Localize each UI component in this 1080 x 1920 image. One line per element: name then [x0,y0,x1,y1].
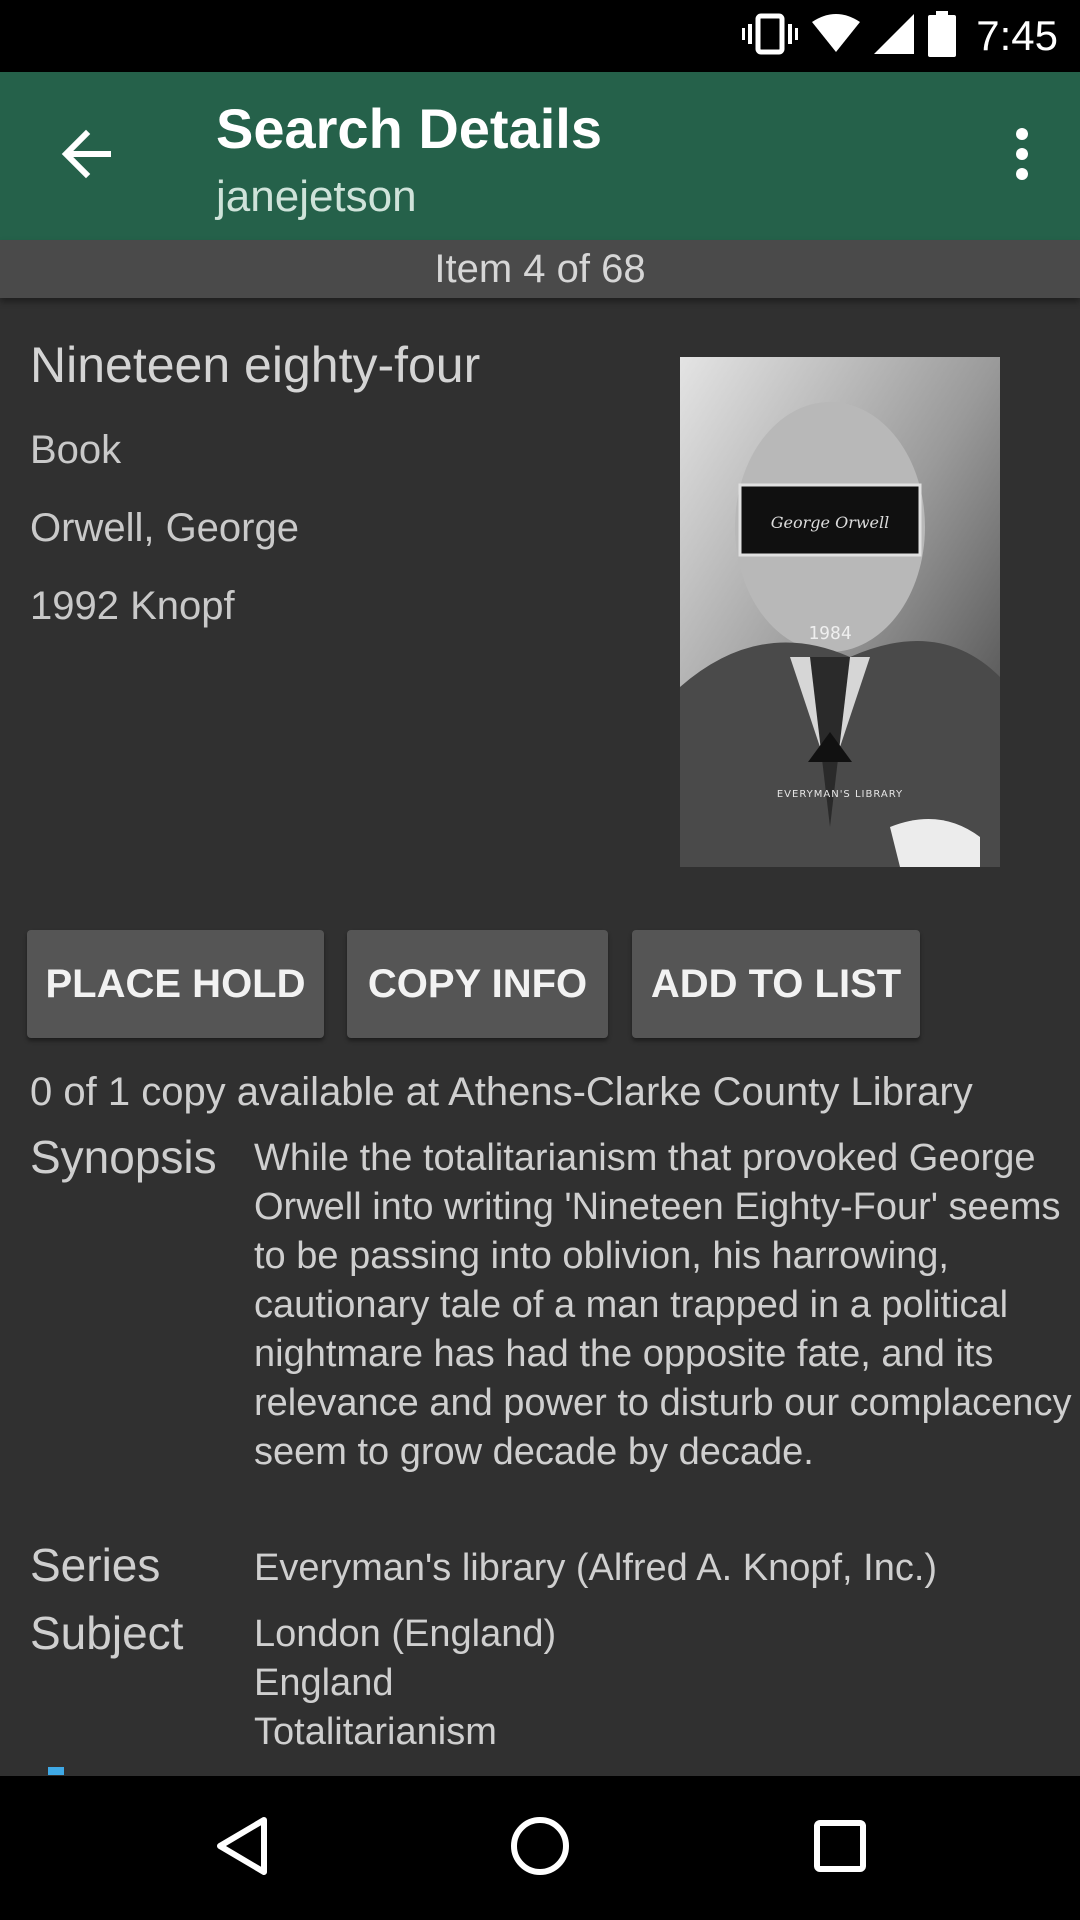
nav-recents-button[interactable] [792,1800,888,1896]
nav-back-icon [214,1816,270,1881]
add-to-list-button[interactable]: ADD TO LIST [632,930,920,1038]
item-author: Orwell, George [30,506,299,550]
subject-list: London (England) England Totalitarianism [254,1610,556,1757]
place-hold-button[interactable]: PLACE HOLD [27,930,324,1038]
scroll-indicator [48,1767,64,1775]
item-counter: Item 4 of 68 [0,240,1080,298]
vibrate-icon [742,12,799,61]
nav-home-button[interactable] [492,1800,588,1896]
app-title: Search Details [216,97,602,160]
cover-number: 1984 [808,623,851,644]
screen: 7:45 Search Details janejetson Item 4 of [0,0,1080,1920]
wifi-icon [812,13,861,59]
copy-info-button[interactable]: COPY INFO [347,930,608,1038]
more-vert-icon [1014,127,1030,185]
status-icons: 7:45 [742,0,1058,72]
status-bar: 7:45 [0,0,1080,72]
navigation-bar [0,1776,1080,1920]
signal-icon [874,13,915,59]
app-subtitle: janejetson [216,172,417,221]
back-button[interactable] [38,108,134,204]
book-cover-image: George Orwell 1984 EVERYMAN'S LIBRARY [680,357,1000,867]
availability-text: 0 of 1 copy available at Athens-Clarke C… [30,1070,973,1114]
subject-item[interactable]: London (England) [254,1610,556,1659]
battery-icon [928,10,957,62]
item-title: Nineteen eighty-four [30,337,481,393]
series-label: Series [30,1539,161,1591]
subject-item[interactable]: England [254,1659,556,1708]
subject-label: Subject [30,1607,184,1659]
synopsis-label: Synopsis [30,1131,217,1183]
nav-back-button[interactable] [194,1800,290,1896]
subject-item[interactable]: Totalitarianism [254,1708,556,1757]
synopsis-text: While the totalitarianism that provoked … [254,1137,1072,1473]
item-format: Book [30,428,122,472]
series-link[interactable]: Everyman's library (Alfred A. Knopf, Inc… [254,1544,1074,1593]
item-publication: 1992 Knopf [30,584,235,628]
status-time: 7:45 [976,12,1058,59]
cover-author-label: George Orwell [771,513,890,532]
app-bar: Search Details janejetson [0,72,1080,240]
arrow-back-icon [60,128,112,185]
overflow-menu-button[interactable] [986,108,1058,204]
nav-home-icon [510,1816,570,1881]
cover-imprint: EVERYMAN'S LIBRARY [777,789,903,800]
nav-recents-icon [814,1819,866,1877]
